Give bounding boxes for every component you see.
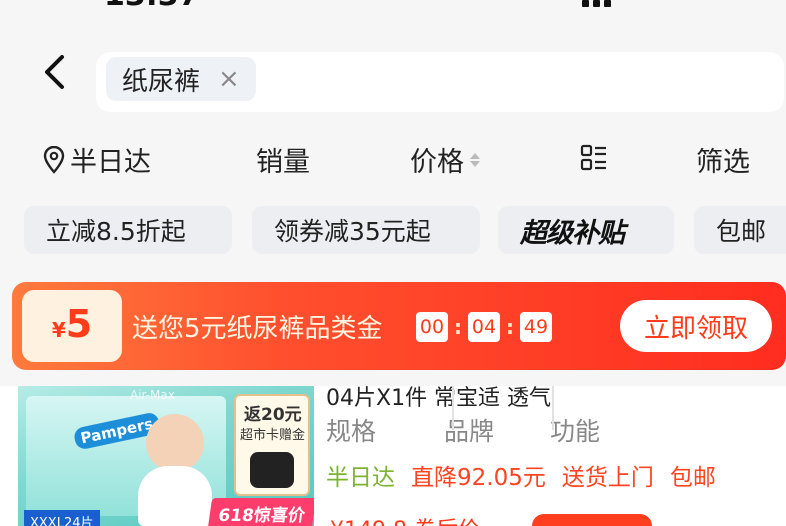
coupon-value: 5 — [65, 302, 93, 346]
attribute-values: 04片X1件 常宝适 透气 — [326, 386, 552, 411]
tag-home-delivery: 送货上门 — [561, 465, 654, 491]
view-toggle-button[interactable] — [580, 144, 608, 172]
list-view-icon — [580, 144, 606, 171]
sort-price[interactable]: 价格 — [410, 140, 480, 179]
clear-query-icon[interactable]: × — [218, 66, 240, 92]
sort-location-label: 半日达 — [70, 147, 151, 178]
promo-chip-label: 包邮 — [716, 217, 767, 246]
status-bar: 13:37 5G — [0, 0, 786, 13]
signal-icon — [582, 0, 611, 7]
service-tags: 半日达 直降92.05元 送货上门 包邮 — [326, 458, 716, 492]
promo-chip-super-subsidy[interactable]: 超级补贴 — [498, 206, 674, 254]
status-time: 13:37 — [104, 0, 200, 13]
search-query-chip[interactable]: 纸尿裤 × — [106, 57, 256, 101]
gift-subtitle: 超市卡赠金 — [240, 428, 306, 443]
divider — [552, 386, 554, 430]
back-button[interactable] — [36, 52, 72, 92]
divider — [452, 386, 454, 430]
tmall-cat-icon — [250, 452, 294, 488]
sort-location[interactable]: 半日达 — [42, 140, 151, 179]
coupon-banner: ¥ 5 送您5元纸尿裤品类金 00 : 04 : 49 立即领取 — [12, 282, 786, 370]
tag-half-day-delivery: 半日达 — [326, 465, 395, 491]
sales-badge — [532, 514, 652, 526]
promo-chips-row: 立减8.5折起 领券减35元起 超级补贴 包邮 — [0, 206, 786, 256]
promo-chip-discount[interactable]: 立减8.5折起 — [24, 206, 232, 254]
network-label: 5G — [630, 0, 666, 4]
series-label: Air-Max — [130, 388, 175, 402]
countdown-seconds: 49 — [520, 312, 552, 342]
sort-sales[interactable]: 销量 — [256, 140, 310, 179]
gift-title: 返20元 — [244, 405, 302, 425]
sort-bar: 半日达 销量 价格 筛选 — [0, 132, 786, 186]
sort-sales-label: 销量 — [256, 147, 310, 178]
coupon-text: 送您5元纸尿裤品类金 — [132, 314, 383, 344]
countdown-separator: : — [454, 315, 462, 339]
attr-function-label: 功能 — [550, 417, 601, 446]
attribute-labels: 规格 品牌 功能 — [326, 412, 600, 448]
countdown-timer: 00 : 04 : 49 — [416, 312, 552, 342]
size-tag: XXXL24片 — [24, 510, 100, 526]
filter-button[interactable]: 筛选 — [696, 140, 750, 179]
promo-chip-label: 立减8.5折起 — [46, 217, 186, 246]
countdown-hours: 00 — [416, 312, 448, 342]
product-card[interactable]: Air-Max Pampers 返20元 超市卡赠金 618惊喜价 XXXL24… — [0, 386, 786, 526]
promo-chip-label: 领券减35元起 — [274, 217, 431, 246]
baby-body-graphic — [138, 466, 212, 526]
promo-chip-free-shipping[interactable]: 包邮 — [694, 206, 786, 254]
location-pin-icon — [43, 145, 65, 174]
chevron-left-icon — [45, 55, 64, 89]
claim-coupon-button[interactable]: 立即领取 — [620, 300, 772, 352]
baby-face-graphic — [146, 414, 204, 472]
countdown-minutes: 04 — [468, 312, 500, 342]
sort-price-label: 价格 — [410, 147, 464, 178]
attr-brand-label: 品牌 — [444, 417, 495, 446]
coupon-amount: ¥ 5 — [22, 290, 122, 362]
promo-chip-label: 超级补贴 — [520, 217, 625, 249]
tag-free-shipping: 包邮 — [669, 465, 716, 491]
search-query-text: 纸尿裤 — [122, 66, 201, 97]
attr-spec-label: 规格 — [326, 417, 377, 446]
promo-chip-coupon[interactable]: 领券减35元起 — [252, 206, 480, 254]
filter-label: 筛选 — [696, 147, 750, 178]
price-row: ¥149.8 券后价 — [330, 512, 480, 526]
countdown-separator: : — [506, 315, 514, 339]
currency-symbol: ¥ — [51, 318, 66, 342]
tag-price-drop: 直降92.05元 — [411, 465, 546, 491]
product-image[interactable]: Air-Max Pampers 返20元 超市卡赠金 618惊喜价 XXXL24… — [18, 386, 314, 526]
sort-arrows-icon — [470, 152, 480, 167]
promo-618-tag: 618惊喜价 — [207, 498, 314, 526]
